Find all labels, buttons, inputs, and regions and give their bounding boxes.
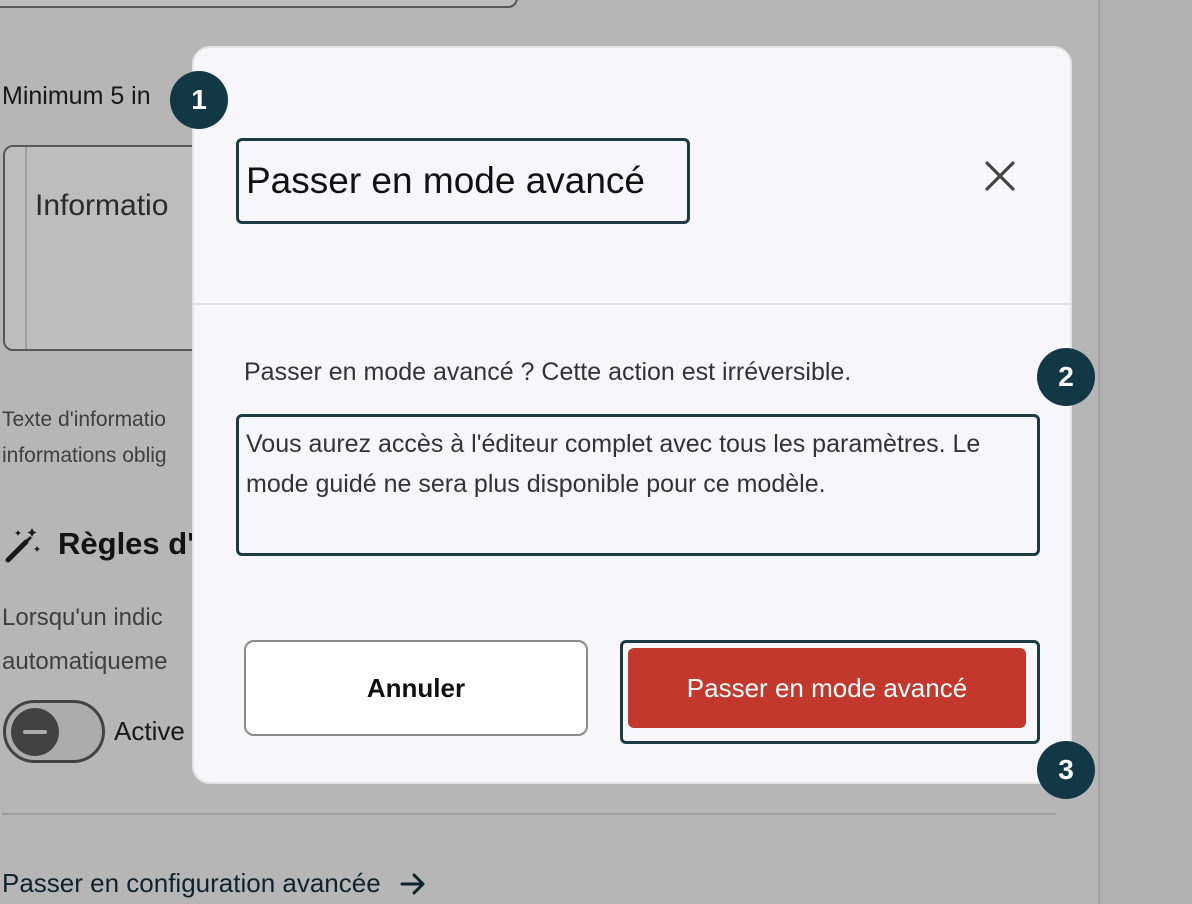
dialog-description: Vous aurez accès à l'éditeur complet ave…	[246, 430, 981, 498]
step-badge-1: 1	[170, 71, 228, 129]
close-icon[interactable]	[980, 156, 1020, 196]
page: Minimum 5 in Informatio Texte d'informat…	[0, 0, 1192, 904]
dialog-header-divider	[194, 303, 1070, 305]
cancel-button[interactable]: Annuler	[244, 640, 588, 736]
confirmation-question: Passer en mode avancé ? Cette action est…	[244, 358, 852, 386]
dialog-title-focus-outline: Passer en mode avancé	[236, 138, 690, 224]
confirm-advanced-mode-button[interactable]: Passer en mode avancé	[628, 648, 1026, 728]
confirm-button-focus-outline: Passer en mode avancé	[620, 640, 1040, 744]
description-focus-outline: Vous aurez accès à l'éditeur complet ave…	[236, 414, 1040, 556]
dialog-title: Passer en mode avancé	[246, 160, 646, 201]
step-badge-2: 2	[1037, 348, 1095, 406]
step-badge-3: 3	[1037, 741, 1095, 799]
advanced-mode-dialog: Passer en mode avancé Passer en mode ava…	[192, 46, 1072, 784]
